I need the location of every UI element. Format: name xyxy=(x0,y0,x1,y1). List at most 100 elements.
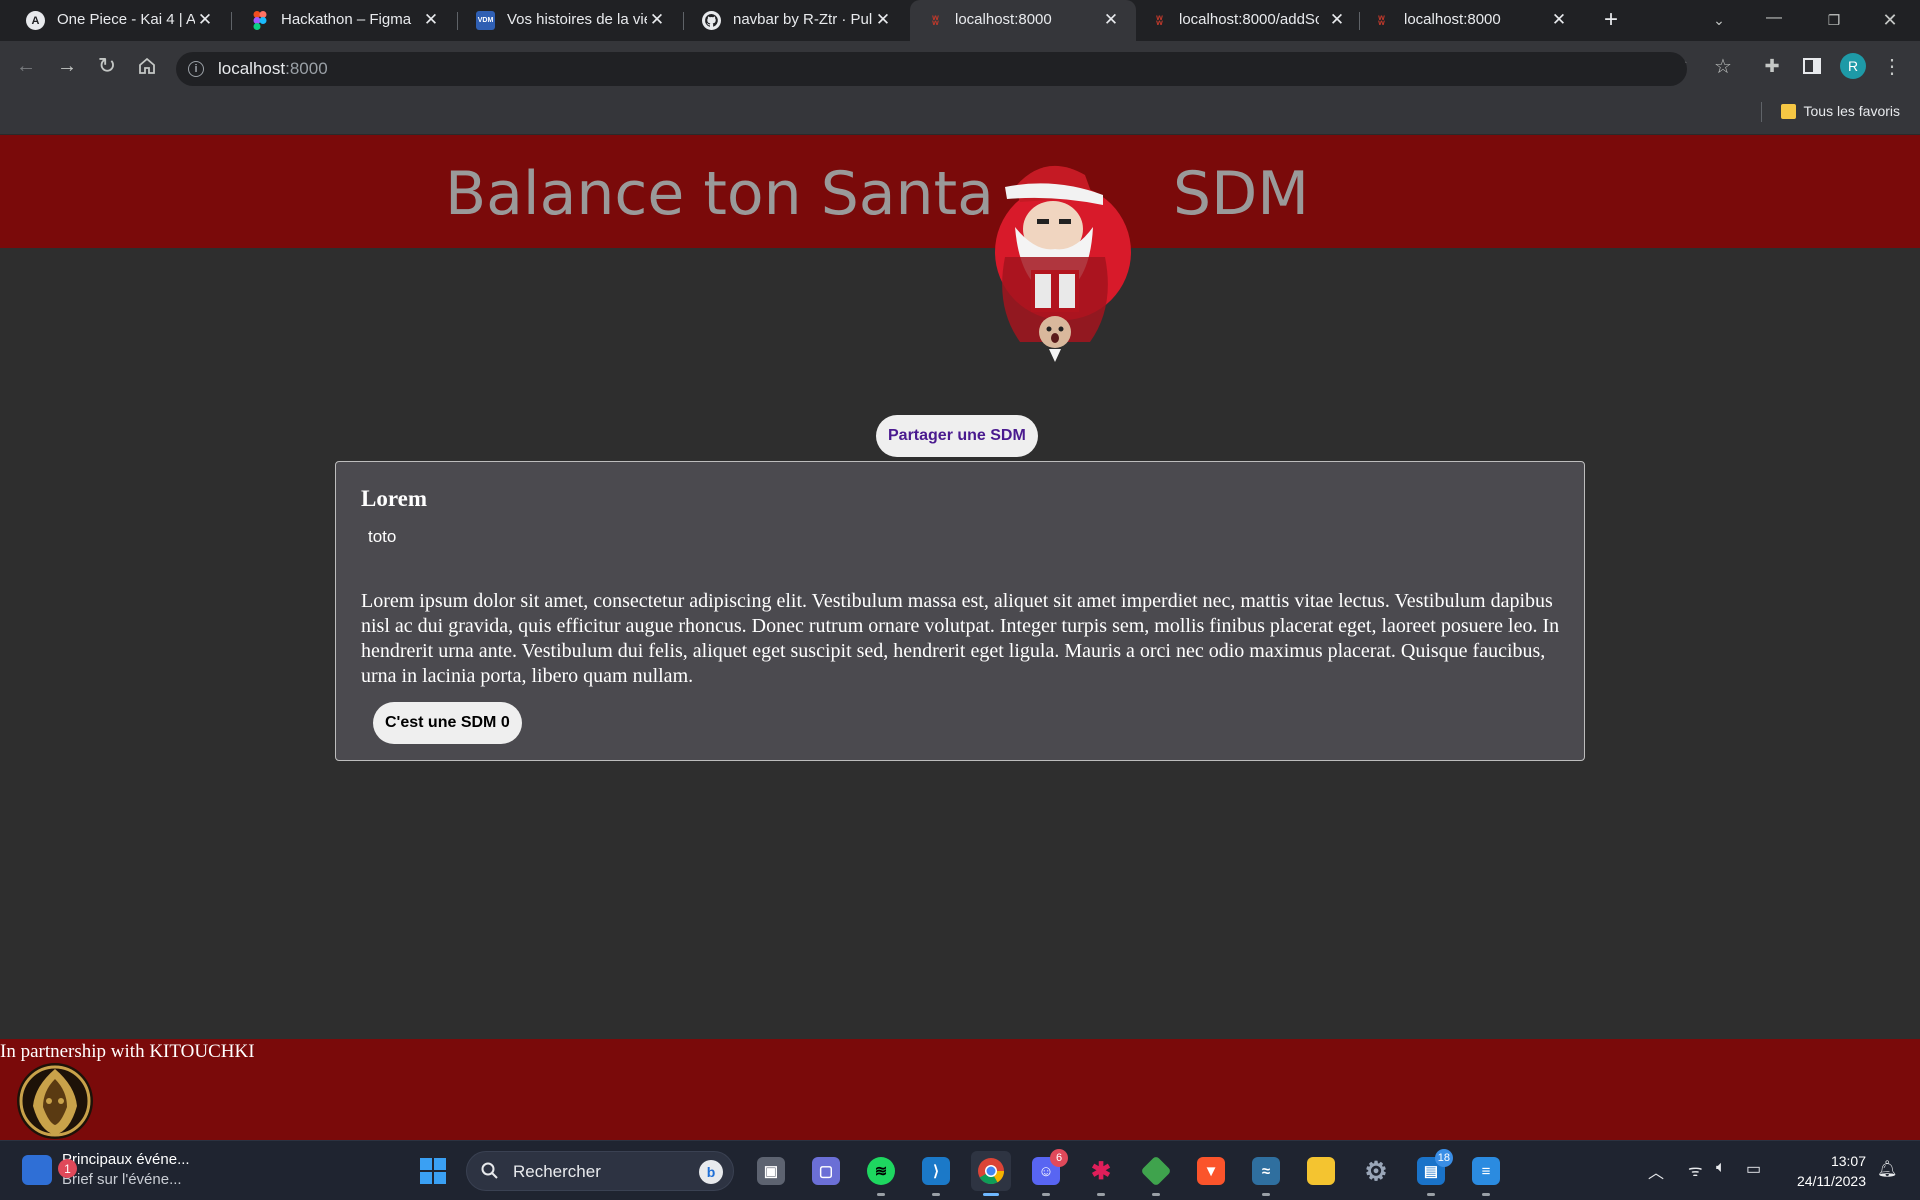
vscode-icon: ⟩ xyxy=(922,1157,950,1185)
bing-icon[interactable]: b xyxy=(699,1160,723,1184)
tab-title: One Piece - Kai 4 | Ar xyxy=(57,11,195,28)
chrome-button[interactable] xyxy=(971,1151,1011,1196)
spotify-button[interactable]: ≋ xyxy=(861,1151,901,1196)
tab-title: localhost:8000 xyxy=(955,11,1052,28)
post-card: Lorem toto Lorem ipsum dolor sit amet, c… xyxy=(335,461,1585,761)
system-clock[interactable]: 13:07 24/11/2023 xyxy=(1797,1151,1866,1191)
chat-icon: ▢ xyxy=(812,1157,840,1185)
partnership-text: In partnership with KITOUCHKI xyxy=(0,1041,255,1062)
git-tool-button[interactable] xyxy=(1136,1151,1176,1196)
home-icon[interactable] xyxy=(133,52,161,80)
sdm-vote-button[interactable]: C'est une SDM 0 xyxy=(373,702,522,744)
share-sdm-button[interactable]: Partager une SDM xyxy=(876,415,1038,457)
brave-icon: ▼ xyxy=(1197,1157,1225,1185)
slack-button[interactable]: ✱ xyxy=(1081,1151,1121,1196)
taskbar-search[interactable]: Rechercher b xyxy=(466,1151,734,1191)
tab-localhost-3[interactable]: ʬ localhost:8000 ✕ xyxy=(1360,0,1570,41)
local-icon: ʬ xyxy=(1378,13,1385,28)
site-footer: In partnership with KITOUCHKI xyxy=(0,1039,1920,1140)
tab-title: Vos histoires de la vie xyxy=(507,11,647,28)
close-tab-icon[interactable]: ✕ xyxy=(1326,9,1348,31)
running-indicator xyxy=(1482,1193,1490,1196)
close-tab-icon[interactable]: ✕ xyxy=(1548,9,1570,31)
extensions-icon[interactable]: ✚ xyxy=(1758,52,1786,80)
tab-bar: A One Piece - Kai 4 | Ar ✕ Hackathon – F… xyxy=(0,0,1920,41)
settings-button[interactable]: ⚙ xyxy=(1356,1151,1396,1191)
tab-one-piece[interactable]: A One Piece - Kai 4 | Ar ✕ xyxy=(0,0,224,41)
tab-title: navbar by R-Ztr · Pull xyxy=(733,11,873,28)
site-title: Balance ton Santa xyxy=(445,159,994,229)
partner-logo xyxy=(17,1063,93,1139)
discord-badge: 6 xyxy=(1050,1149,1068,1167)
minimize-icon[interactable]: — xyxy=(1760,4,1788,32)
url-text[interactable]: localhost:8000 xyxy=(218,59,328,79)
folder-icon xyxy=(1307,1157,1335,1185)
news-subtitle: Brief sur l'événe... xyxy=(62,1171,182,1188)
clock-date: 24/11/2023 xyxy=(1796,1173,1866,1189)
restore-icon[interactable]: ❐ xyxy=(1820,6,1848,34)
file-explorer-button[interactable] xyxy=(1301,1151,1341,1191)
close-tab-icon[interactable]: ✕ xyxy=(646,9,668,31)
git-icon xyxy=(1140,1155,1172,1187)
brave-button[interactable]: ▼ xyxy=(1191,1151,1231,1191)
tab-title: Hackathon – Figma xyxy=(281,11,412,28)
vdm-icon: VDM xyxy=(476,11,495,30)
tab-localhost-active[interactable]: ʬ localhost:8000 ✕ xyxy=(910,0,1136,41)
running-indicator xyxy=(1262,1193,1270,1196)
start-button[interactable] xyxy=(413,1151,453,1191)
figma-icon xyxy=(250,11,269,30)
site-header: Balance ton Santa SDM xyxy=(0,135,1920,248)
local-icon: ʬ xyxy=(932,13,939,28)
news-badge: 1 xyxy=(58,1159,77,1178)
tab-search-chevron-icon[interactable]: ⌄ xyxy=(1705,6,1733,34)
gear-icon: ⚙ xyxy=(1364,1155,1388,1186)
site-acronym: SDM xyxy=(1173,159,1310,229)
running-indicator xyxy=(1427,1193,1435,1196)
address-bar[interactable] xyxy=(176,52,1687,86)
news-title: Principaux événe... xyxy=(62,1151,190,1168)
running-indicator xyxy=(1152,1193,1160,1196)
bookmarks-bar: Tous les favoris xyxy=(0,91,1920,135)
discord-button[interactable]: ☺ 6 xyxy=(1026,1149,1068,1196)
wifi-icon[interactable]: ᯤ xyxy=(1688,1159,1703,1181)
close-window-icon[interactable]: ✕ xyxy=(1876,6,1904,34)
all-bookmarks[interactable]: Tous les favoris xyxy=(1780,103,1900,119)
close-tab-icon[interactable]: ✕ xyxy=(420,9,442,31)
site-info-icon[interactable]: i xyxy=(188,61,204,77)
side-panel-icon[interactable] xyxy=(1798,52,1826,80)
outlook-badge: 18 xyxy=(1434,1149,1453,1167)
profile-avatar[interactable]: R xyxy=(1839,52,1867,80)
bookmark-star-icon[interactable]: ☆ xyxy=(1709,52,1737,80)
vscode-button[interactable]: ⟩ xyxy=(916,1151,956,1196)
running-indicator xyxy=(1097,1193,1105,1196)
tray-overflow-chevron-icon[interactable]: ︿ xyxy=(1648,1159,1664,1183)
close-tab-icon[interactable]: ✕ xyxy=(872,9,894,31)
teams-chat-button[interactable]: ▢ xyxy=(806,1151,846,1191)
forward-icon[interactable]: → xyxy=(53,52,81,80)
outlook-button[interactable]: ▤ 18 xyxy=(1411,1149,1453,1196)
close-tab-icon[interactable]: ✕ xyxy=(1100,9,1122,31)
tab-figma[interactable]: Hackathon – Figma ✕ xyxy=(224,0,450,41)
windows-icon xyxy=(420,1158,446,1184)
tab-localhost-add[interactable]: ʬ localhost:8000/addSc ✕ xyxy=(1136,0,1360,41)
close-tab-icon[interactable]: ✕ xyxy=(194,9,216,31)
windows-taskbar: 1 Principaux événe... Brief sur l'événe.… xyxy=(0,1140,1920,1200)
task-view-icon: ▣ xyxy=(757,1157,785,1185)
local-icon: ʬ xyxy=(1156,13,1163,28)
notification-bell-icon[interactable]: 🔔︎ xyxy=(1877,1159,1897,1179)
mysql-workbench-button[interactable]: ≈ xyxy=(1246,1151,1286,1196)
reload-icon[interactable]: ↻ xyxy=(93,52,121,80)
clock-time: 13:07 xyxy=(1830,1153,1866,1169)
volume-icon[interactable]: 🔈︎ xyxy=(1716,1159,1726,1177)
back-icon[interactable]: ← xyxy=(12,52,40,80)
menu-kebab-icon[interactable]: ⋮ xyxy=(1878,52,1906,80)
tab-vdm[interactable]: VDM Vos histoires de la vie ✕ xyxy=(450,0,676,41)
new-tab-icon[interactable]: + xyxy=(1597,6,1625,34)
search-placeholder: Rechercher xyxy=(513,1162,601,1181)
battery-icon[interactable]: ▭ xyxy=(1746,1159,1761,1179)
santa-logo xyxy=(995,165,1131,362)
news-widget[interactable]: 1 Principaux événe... Brief sur l'événe.… xyxy=(22,1151,190,1188)
tab-github[interactable]: navbar by R-Ztr · Pull ✕ xyxy=(676,0,902,41)
notepad-button[interactable]: ≡ xyxy=(1466,1151,1506,1196)
task-view-button[interactable]: ▣ xyxy=(751,1151,791,1191)
